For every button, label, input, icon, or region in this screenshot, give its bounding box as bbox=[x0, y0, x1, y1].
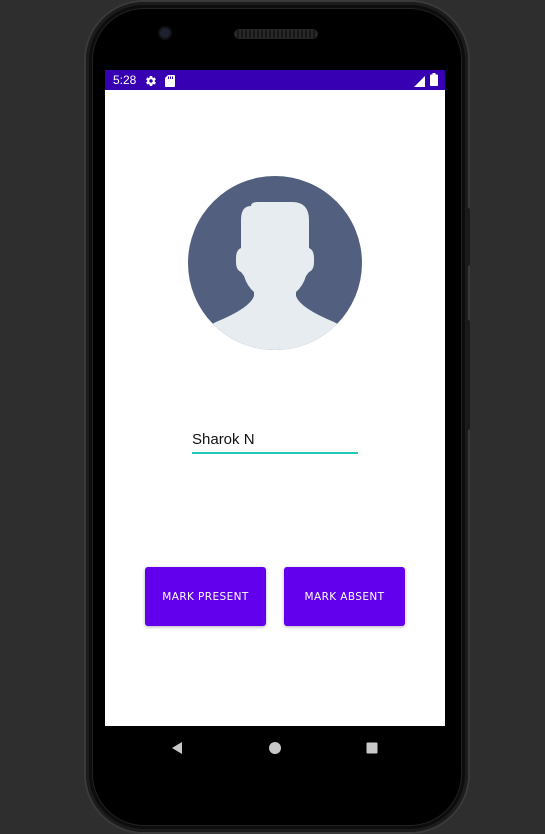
front-camera bbox=[160, 28, 170, 38]
earpiece-speaker bbox=[235, 30, 317, 38]
status-time: 5:28 bbox=[113, 73, 137, 87]
app-screen: 5:28 MARK PRESENT MARK ABSENT bbox=[105, 70, 445, 726]
mark-absent-button[interactable]: MARK ABSENT bbox=[284, 567, 405, 626]
home-circle-icon[interactable] bbox=[266, 739, 284, 757]
sd-card-icon bbox=[165, 74, 175, 92]
power-button bbox=[466, 208, 470, 266]
name-input[interactable] bbox=[192, 426, 358, 454]
volume-button bbox=[466, 320, 470, 430]
back-triangle-icon[interactable] bbox=[168, 739, 186, 757]
mark-present-button[interactable]: MARK PRESENT bbox=[145, 567, 266, 626]
status-bar: 5:28 bbox=[105, 70, 445, 90]
person-avatar-icon bbox=[188, 176, 362, 350]
navigation-bar bbox=[105, 726, 445, 770]
settings-icon bbox=[145, 74, 157, 92]
signal-icon bbox=[414, 74, 425, 92]
recents-square-icon[interactable] bbox=[363, 739, 381, 757]
battery-icon bbox=[430, 73, 438, 91]
